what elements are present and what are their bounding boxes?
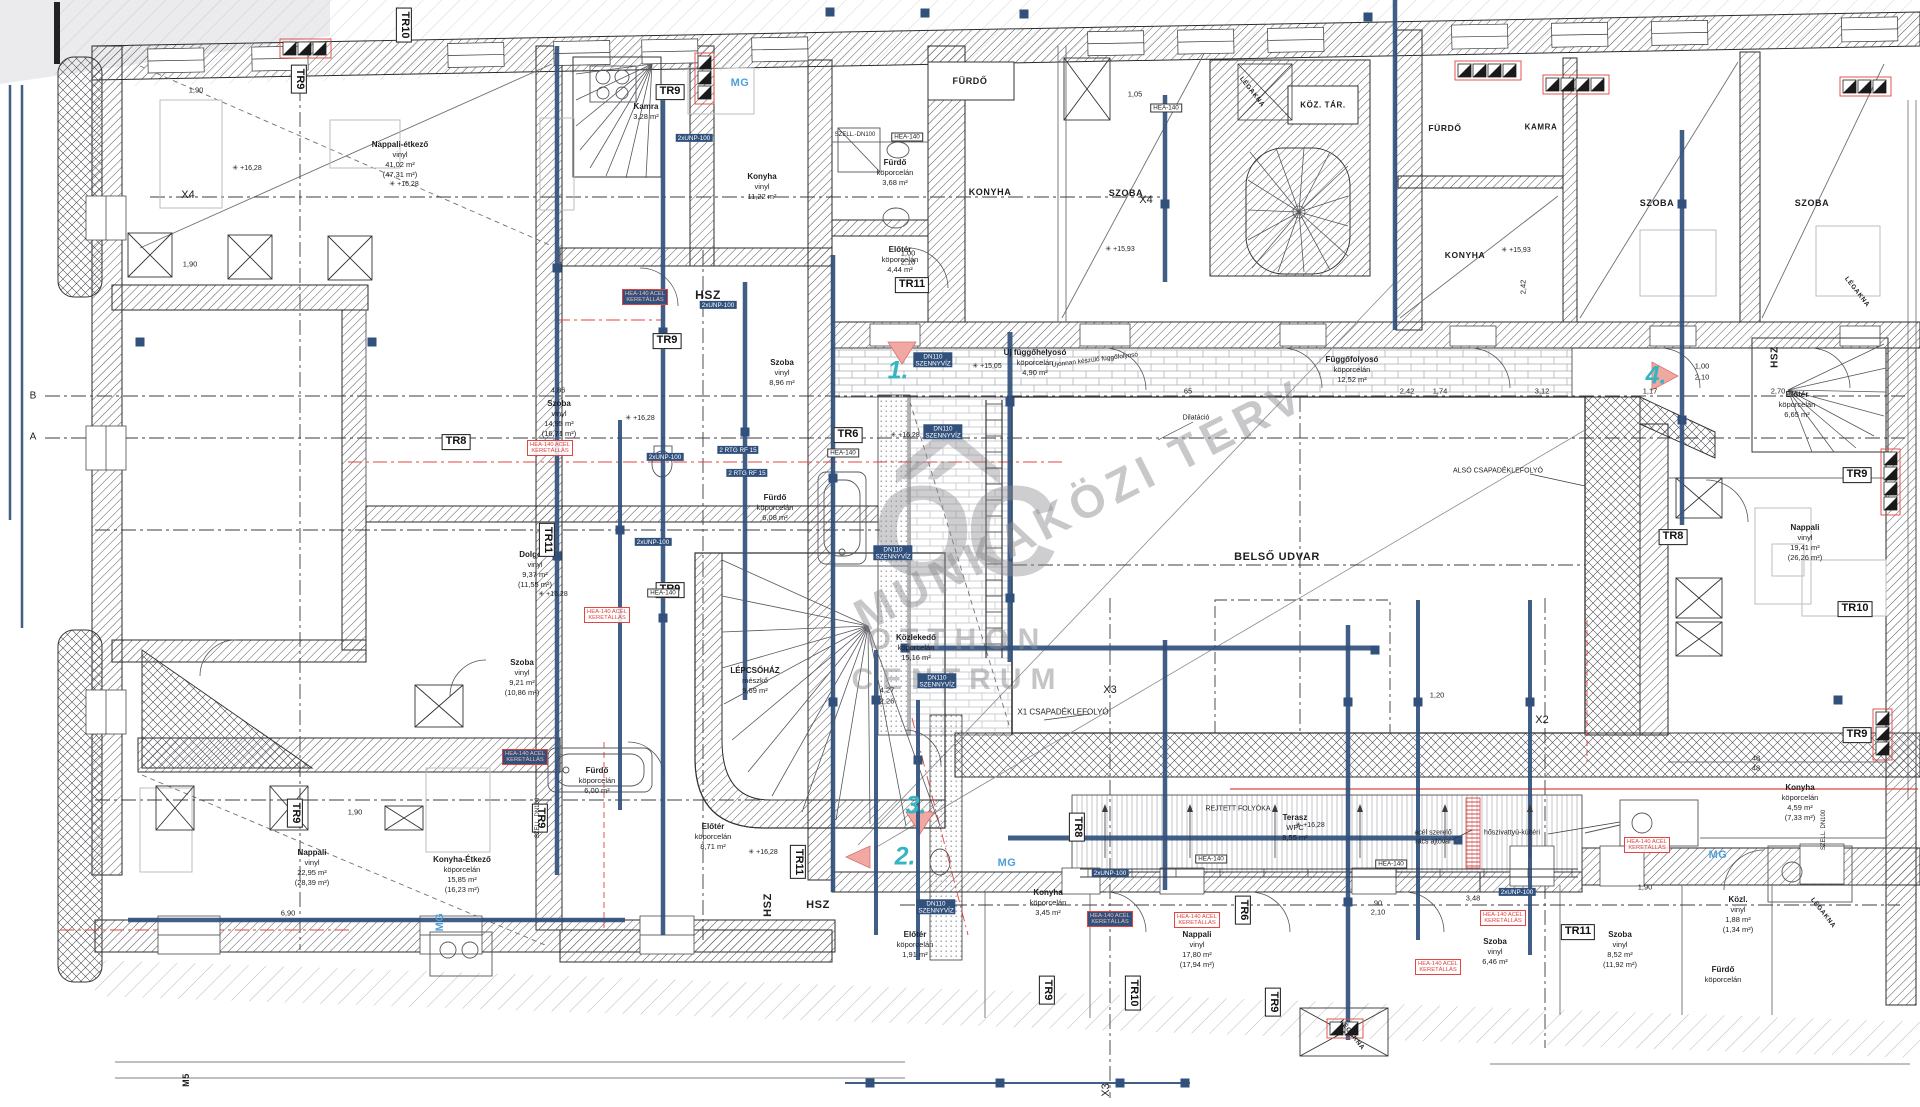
vent-shaft-group: [1873, 709, 1892, 760]
vent-shaft-group: [695, 53, 714, 104]
vent-shaft-group: [1455, 61, 1521, 80]
vent-shaft-group: [280, 39, 331, 58]
vent-shaft-group: [1840, 77, 1891, 96]
floor-plan-page: ŐCOTTHONCENTRUMMUNKAKÖZI TERVNappali-étk…: [0, 0, 1920, 1107]
vent-shaft-group: [1881, 449, 1900, 515]
vent-shaft-group: [1327, 1019, 1363, 1038]
floor-plan-drawing: [0, 0, 1920, 1107]
vent-shaft-group: [1543, 75, 1609, 94]
